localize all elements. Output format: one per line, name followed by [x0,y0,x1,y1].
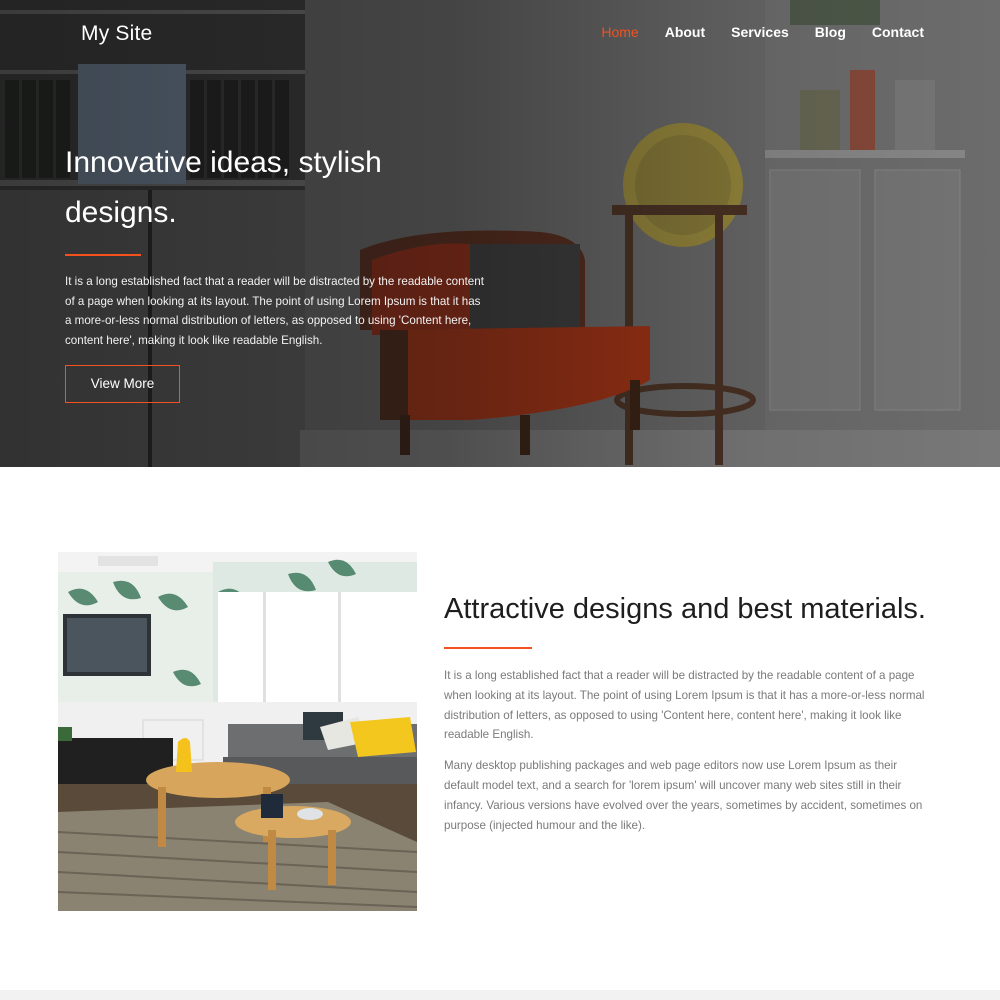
nav-menu: Home About Services Blog Contact [575,24,924,40]
feature-paragraph-2: Many desktop publishing packages and web… [444,759,923,832]
hero-accent-divider [65,254,141,256]
footer-strip [0,990,1000,1000]
view-more-button[interactable]: View More [65,364,180,403]
feature-section: Attractive designs and best materials. I… [0,467,1000,990]
hero-description: It is a long established fact that a rea… [65,275,484,348]
top-navbar: My Site Home About Services Blog Contact [0,0,1000,66]
hero-content: Innovative ideas, stylish designs. It is… [65,138,490,403]
hero-section: My Site Home About Services Blog Contact… [0,0,1000,467]
feature-content: Attractive designs and best materials. I… [444,589,934,835]
feature-title: Attractive designs and best materials. [444,593,926,625]
nav-link-about[interactable]: About [665,24,705,40]
nav-link-services[interactable]: Services [731,24,789,40]
nav-link-home[interactable]: Home [601,24,638,40]
nav-link-contact[interactable]: Contact [872,24,924,40]
feature-image [58,552,417,911]
living-room-illustration [58,552,417,911]
feature-paragraph-1: It is a long established fact that a rea… [444,669,925,742]
hero-title: Innovative ideas, stylish designs. [65,146,382,229]
nav-link-blog[interactable]: Blog [815,24,846,40]
site-brand[interactable]: My Site [81,22,152,46]
feature-accent-divider [444,647,532,649]
